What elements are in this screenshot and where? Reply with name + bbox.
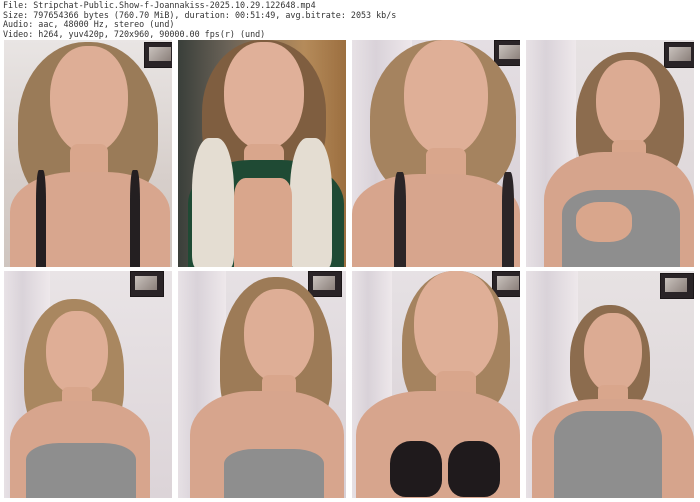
video-info-line: Video: h264, yuv420p, 720x960, 90000.00 …	[3, 29, 266, 39]
thumbnail-grid	[4, 40, 696, 498]
thumbnail-7	[352, 271, 520, 498]
thumbnail-8	[526, 271, 694, 498]
thumbnail-4	[526, 40, 694, 267]
thumbnail-5	[4, 271, 172, 498]
contact-sheet-header: File: Stripchat-Public.Show-f-Joannakiss…	[3, 1, 693, 39]
thumbnail-2	[178, 40, 346, 267]
thumbnail-3	[352, 40, 520, 267]
thumbnail-1	[4, 40, 172, 267]
file-size-line: Size: 797654366 bytes (760.70 MiB), dura…	[3, 10, 397, 20]
thumbnail-6	[178, 271, 346, 498]
audio-info-line: Audio: aac, 48000 Hz, stereo (und)	[3, 20, 175, 30]
file-name-line: File: Stripchat-Public.Show-f-Joannakiss…	[3, 1, 316, 10]
